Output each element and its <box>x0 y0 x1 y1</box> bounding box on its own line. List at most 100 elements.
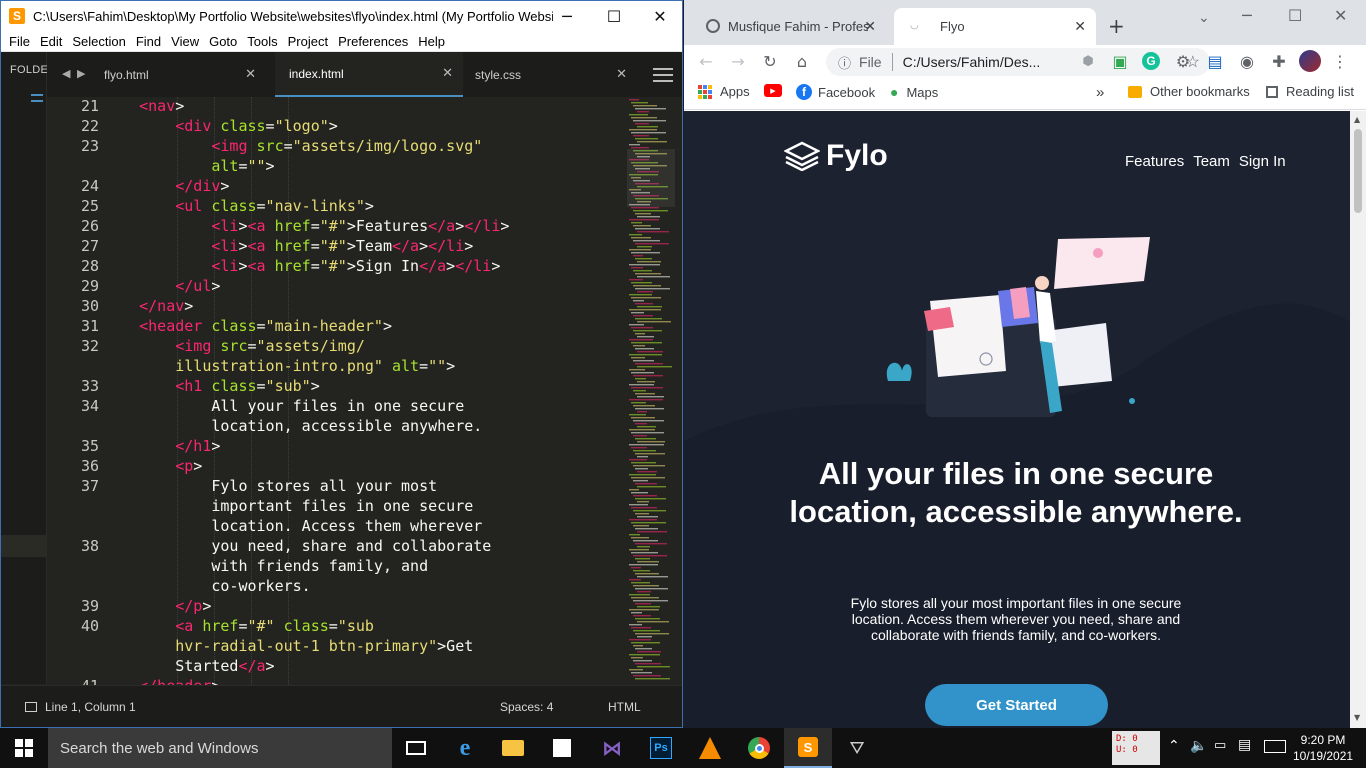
show-hidden-icons[interactable]: ⌃ <box>1168 738 1180 754</box>
tab-prev-icon[interactable]: ◀ <box>62 67 70 80</box>
close-tab-icon[interactable]: ✕ <box>442 66 453 81</box>
minimap-line <box>633 630 660 632</box>
visual-studio-icon[interactable]: ⋈ <box>588 728 636 768</box>
sublime-taskbar-icon[interactable]: S <box>784 728 832 768</box>
close-tab-icon[interactable]: ✕ <box>616 67 627 82</box>
dark-reader-icon[interactable]: ⚙ <box>1171 49 1195 73</box>
minimap-line <box>629 354 662 356</box>
chrome-menu-icon[interactable]: ⋮ <box>1328 49 1352 73</box>
close-tab-icon[interactable]: ✕ <box>245 67 256 82</box>
vlc-icon[interactable] <box>686 728 734 768</box>
app-icon[interactable]: ⛛ <box>833 728 881 768</box>
forward-icon[interactable]: → <box>726 49 750 73</box>
bookmarks-overflow[interactable]: » <box>1096 84 1104 101</box>
menu-tools[interactable]: Tools <box>247 34 277 49</box>
home-icon[interactable]: ⌂ <box>790 49 814 73</box>
minimize-button[interactable]: ─ <box>1242 6 1252 25</box>
start-button[interactable] <box>0 728 48 768</box>
menu-selection[interactable]: Selection <box>72 34 125 49</box>
reading-list[interactable]: Reading list <box>1266 84 1354 99</box>
photoshop-icon[interactable]: Ps <box>637 728 685 768</box>
browser-tab-portfolio[interactable]: Musfique Fahim - Professi ✕ <box>694 8 886 45</box>
folder-icon[interactable] <box>31 94 43 102</box>
indentation-status[interactable]: Spaces: 4 <box>500 700 553 714</box>
menu-edit[interactable]: Edit <box>40 34 62 49</box>
code-editor[interactable]: 21 22 23 24 25 26 27 28 29 30 31 32 33 34 35 36 37 38 39 40… <box>47 97 682 685</box>
menu-goto[interactable]: Goto <box>209 34 237 49</box>
circle-extension-icon[interactable]: ◉ <box>1235 49 1259 73</box>
scrollbar-thumb[interactable] <box>1354 129 1362 213</box>
menu-project[interactable]: Project <box>288 34 328 49</box>
menu-find[interactable]: Find <box>136 34 161 49</box>
extensions-puzzle-icon[interactable]: ✚ <box>1267 49 1291 73</box>
code-token: src <box>220 337 248 355</box>
tab-menu-icon[interactable] <box>653 68 673 82</box>
file-explorer-icon[interactable] <box>489 728 537 768</box>
tab-style-css[interactable]: style.css ✕ <box>475 52 637 97</box>
reload-icon[interactable]: ↻ <box>758 49 782 73</box>
nav-features[interactable]: Features <box>1125 153 1184 170</box>
info-icon[interactable]: ⓘ <box>838 53 851 72</box>
keyboard-icon[interactable] <box>1264 740 1286 753</box>
snagit-icon[interactable]: ▤ <box>1203 49 1227 73</box>
menu-file[interactable]: File <box>9 34 30 49</box>
code-line: </div> <box>175 177 229 195</box>
minimap-line <box>635 663 661 665</box>
layers-logo-icon <box>784 141 820 171</box>
action-center-icon[interactable]: ▤ <box>1238 737 1251 753</box>
tab-next-icon[interactable]: ▶ <box>77 67 85 80</box>
nav-sign-in[interactable]: Sign In <box>1239 153 1286 170</box>
volume-icon[interactable]: 🔈 <box>1190 738 1207 754</box>
browser-tab-flyo[interactable]: ◡ Flyo ✕ <box>894 8 1096 45</box>
tab-flyo-html[interactable]: flyo.html ✕ <box>104 52 266 97</box>
back-icon[interactable]: ← <box>694 49 718 73</box>
bookmark-facebook[interactable]: f Facebook <box>796 84 875 100</box>
minimap-line <box>635 213 651 215</box>
store-icon[interactable] <box>538 728 586 768</box>
system-clock[interactable]: 9:20 PM 10/19/2021 <box>1293 732 1353 764</box>
fylo-logo[interactable]: Fylo <box>784 139 888 173</box>
scroll-up-icon[interactable]: ▲ <box>1354 115 1360 124</box>
cursor-position[interactable]: Line 1, Column 1 <box>45 700 136 714</box>
close-button[interactable]: ✕ <box>1334 6 1347 25</box>
minimap[interactable] <box>627 97 675 685</box>
minimap-line <box>635 378 646 380</box>
url-text[interactable]: C:/Users/Fahim/Des... <box>903 54 1041 70</box>
menu-preferences[interactable]: Preferences <box>338 34 408 49</box>
bookmark-youtube[interactable]: ▶ <box>764 84 782 97</box>
panel-toggle-icon[interactable] <box>25 702 37 712</box>
minimap-line <box>629 669 643 671</box>
task-view-icon[interactable] <box>392 728 440 768</box>
printer-extension-icon[interactable]: ▣ <box>1108 49 1132 73</box>
close-button[interactable]: ✕ <box>637 1 682 31</box>
other-bookmarks[interactable]: Other bookmarks <box>1128 84 1250 99</box>
taskbar-search-box[interactable]: Search the web and Windows <box>48 728 392 768</box>
minimap-viewport[interactable] <box>627 149 675 207</box>
profile-avatar[interactable] <box>1298 49 1322 73</box>
menu-help[interactable]: Help <box>418 34 445 49</box>
tab-index-html[interactable]: index.html ✕ <box>275 52 463 97</box>
maximize-button[interactable]: ☐ <box>1288 6 1302 25</box>
code-area[interactable]: <nav> <div class="logo"> <img src="assets… <box>103 97 623 685</box>
page-scrollbar[interactable]: ▲ ▼ <box>1350 111 1366 728</box>
code-line: you need, share and collaborate <box>211 537 491 555</box>
close-tab-icon[interactable]: ✕ <box>864 19 876 35</box>
network-icon[interactable]: ▭ <box>1214 738 1226 753</box>
maximize-button[interactable]: ☐ <box>591 1 637 31</box>
scroll-down-icon[interactable]: ▼ <box>1354 713 1360 722</box>
new-tab-button[interactable]: + <box>1108 14 1125 38</box>
menu-view[interactable]: View <box>171 34 199 49</box>
close-tab-icon[interactable]: ✕ <box>1074 19 1086 35</box>
syntax-status[interactable]: HTML <box>608 700 641 714</box>
bookmark-maps[interactable]: ● Maps <box>890 84 938 100</box>
edge-icon[interactable]: e <box>441 728 489 768</box>
bookmark-apps[interactable]: Apps <box>698 84 750 99</box>
get-started-button[interactable]: Get Started <box>925 684 1108 726</box>
grammarly-icon[interactable]: G <box>1139 49 1163 73</box>
minimize-button[interactable]: ─ <box>544 1 590 31</box>
shield-extension-icon[interactable]: ⬢ <box>1076 49 1100 73</box>
code-token: > <box>491 257 501 275</box>
tab-search-icon[interactable]: ⌄ <box>1198 10 1210 26</box>
chrome-icon[interactable] <box>735 728 783 768</box>
nav-team[interactable]: Team <box>1193 153 1230 170</box>
